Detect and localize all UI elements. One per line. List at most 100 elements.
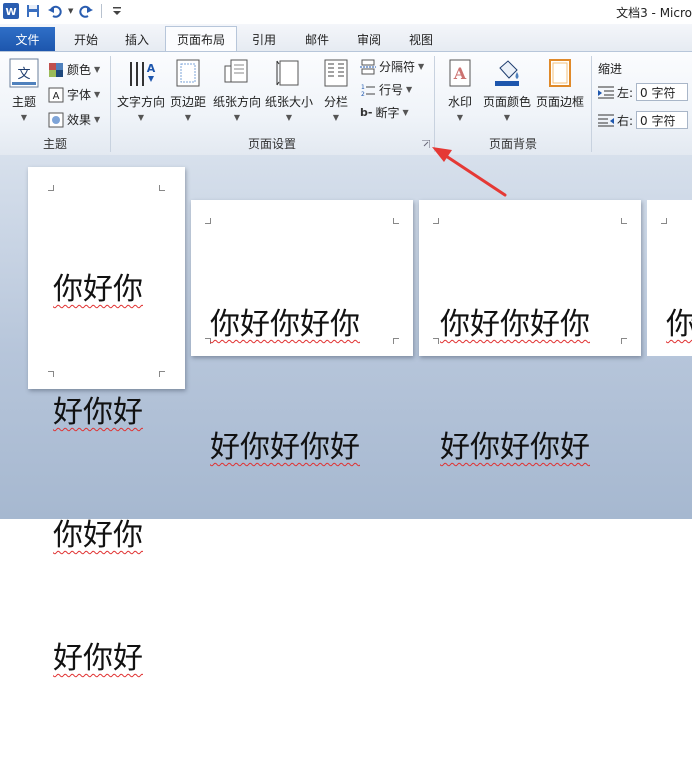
- ribbon-tab-row: 文件 开始 插入 页面布局 引用 邮件 审阅 视图: [0, 24, 692, 51]
- page-2-text[interactable]: 你好你好你 好你好你好: [210, 222, 360, 550]
- text-line: 你好你好你: [440, 307, 590, 342]
- orientation-button[interactable]: 纸张方向 ▼: [212, 58, 262, 122]
- title-bar: W ▼ 文档3 - Micro: [0, 0, 692, 25]
- svg-text:2: 2: [361, 91, 365, 98]
- text-line: 好你好: [53, 395, 143, 430]
- text-line: 你: [666, 307, 692, 342]
- size-label: 纸张大小: [264, 95, 313, 109]
- page-4-text[interactable]: 你 好: [666, 222, 692, 356]
- margin-corner: [159, 185, 165, 191]
- tab-page-layout[interactable]: 页面布局: [165, 26, 237, 51]
- document-page-4[interactable]: 你 好: [647, 200, 692, 356]
- colors-label: 颜色: [67, 63, 92, 77]
- indent-left-row: 左: 0 字符: [598, 83, 689, 101]
- group-divider: [591, 56, 592, 152]
- page-borders-button[interactable]: 页面边框: [534, 58, 586, 110]
- hyphenation-dropdown-icon: ▼: [402, 108, 409, 117]
- group-divider: [434, 56, 435, 152]
- watermark-brand: Baidu经验: [530, 616, 662, 644]
- page-size-icon: [264, 58, 314, 91]
- text-line: 好你好: [53, 641, 143, 676]
- text-direction-button[interactable]: A 文字方向 ▼: [116, 58, 166, 122]
- watermark-label: 水印: [447, 95, 472, 109]
- text-direction-icon: A: [116, 58, 166, 91]
- undo-icon[interactable]: [46, 2, 64, 20]
- ribbon: 文 主题 ▼ 颜色 ▼ A 字体 ▼ 效果 ▼ 主题 A 文字方向 ▼ 页边距 ▼ 纸…: [0, 51, 692, 156]
- text-direction-dropdown-icon: ▼: [137, 113, 145, 122]
- theme-colors-button[interactable]: 颜色 ▼: [48, 61, 100, 78]
- window-title: 文档3 - Micro: [616, 6, 692, 20]
- app-icon-letter: W: [5, 7, 16, 18]
- margins-dropdown-icon: ▼: [184, 113, 192, 122]
- margin-corner: [621, 338, 627, 344]
- columns-dropdown-icon: ▼: [332, 113, 340, 122]
- word-app-icon[interactable]: W: [2, 2, 20, 20]
- watermark-button[interactable]: A 水印 ▼: [440, 58, 480, 122]
- themes-icon: 文: [6, 58, 42, 91]
- redo-icon[interactable]: [77, 2, 95, 20]
- columns-button[interactable]: 分栏 ▼: [318, 58, 354, 122]
- watermark-icon: A: [440, 58, 480, 91]
- hyphenation-button[interactable]: b- 断字 ▼: [360, 104, 409, 121]
- text-line: 好你好你好: [210, 430, 360, 465]
- themes-button[interactable]: 文 主题 ▼: [6, 58, 42, 122]
- page-3-text[interactable]: 你好你好你 好你好你好: [440, 222, 590, 550]
- theme-fonts-button[interactable]: A 字体 ▼: [48, 86, 100, 103]
- orientation-label: 纸张方向: [212, 95, 261, 109]
- text-line: 你好你: [53, 272, 143, 307]
- page-setup-group-label: 页面设置: [247, 137, 296, 151]
- text-line: 好你好你好: [440, 430, 590, 465]
- margin-corner: [433, 218, 439, 224]
- tab-insert[interactable]: 插入: [113, 27, 161, 51]
- effects-icon: [48, 112, 64, 127]
- margin-corner: [159, 371, 165, 377]
- undo-dropdown-icon[interactable]: ▼: [68, 7, 73, 15]
- tab-mailings[interactable]: 邮件: [293, 27, 341, 51]
- size-button[interactable]: 纸张大小 ▼: [264, 58, 314, 122]
- document-page-3[interactable]: 你好你好你 好你好你好: [419, 200, 641, 465]
- document-page-2[interactable]: 你好你好你 好你好你好: [191, 200, 413, 465]
- columns-icon: [318, 58, 354, 91]
- document-page-1[interactable]: 你好你 好你好 你好你 好你好: [28, 167, 185, 676]
- text-direction-label: 文字方向: [116, 95, 165, 109]
- page-1-text[interactable]: 你好你 好你好 你好你 好你好: [53, 187, 143, 761]
- colors-dropdown-icon: ▼: [94, 65, 101, 74]
- indent-right-label: 右:: [617, 113, 634, 128]
- page-color-button[interactable]: 页面颜色 ▼: [482, 58, 532, 122]
- watermark-url: jingyan.baidu.com: [530, 647, 641, 661]
- margin-corner: [393, 338, 399, 344]
- orientation-dropdown-icon: ▼: [233, 113, 241, 122]
- line-numbers-label: 行号: [379, 83, 404, 97]
- margin-corner: [433, 338, 439, 344]
- tab-review[interactable]: 审阅: [345, 27, 393, 51]
- indent-left-value: 0 字符: [640, 85, 676, 100]
- save-icon[interactable]: [24, 2, 42, 20]
- indent-left-input[interactable]: 0 字符: [636, 83, 689, 101]
- indent-right-value: 0 字符: [640, 113, 676, 128]
- breaks-icon: [360, 59, 376, 74]
- line-numbers-button[interactable]: 12 行号 ▼: [360, 81, 412, 98]
- tab-references[interactable]: 引用: [242, 27, 286, 51]
- themes-icon-text: 文: [17, 67, 30, 82]
- indent-left-label: 左:: [617, 85, 634, 100]
- svg-text:A: A: [453, 64, 467, 83]
- page-setup-dialog-launcher-icon[interactable]: [422, 140, 430, 148]
- orientation-icon: [212, 58, 262, 91]
- page-borders-icon: [534, 58, 586, 91]
- hyphenation-icon: b-: [360, 106, 373, 119]
- margins-label: 页边距: [169, 95, 206, 109]
- fonts-icon: A: [48, 87, 64, 102]
- breaks-button[interactable]: 分隔符 ▼: [360, 58, 424, 75]
- indent-right-input[interactable]: 0 字符: [636, 111, 689, 129]
- theme-effects-button[interactable]: 效果 ▼: [48, 111, 100, 128]
- tab-file[interactable]: 文件: [0, 27, 55, 51]
- customize-toolbar-icon[interactable]: [108, 2, 126, 20]
- tab-home[interactable]: 开始: [62, 27, 110, 51]
- line-numbers-dropdown-icon: ▼: [406, 85, 413, 94]
- paint-bucket-icon: [482, 58, 532, 91]
- baidu-watermark: Baidu经验 jingyan.baidu.com: [530, 610, 662, 661]
- document-workspace[interactable]: 你好你 好你好 你好你 好你好 你好你好你 好你好你好 你好你好你 好你好你好 …: [0, 155, 692, 676]
- tab-view[interactable]: 视图: [397, 27, 445, 51]
- line-numbers-icon: 12: [361, 84, 375, 98]
- margins-button[interactable]: 页边距 ▼: [168, 58, 208, 122]
